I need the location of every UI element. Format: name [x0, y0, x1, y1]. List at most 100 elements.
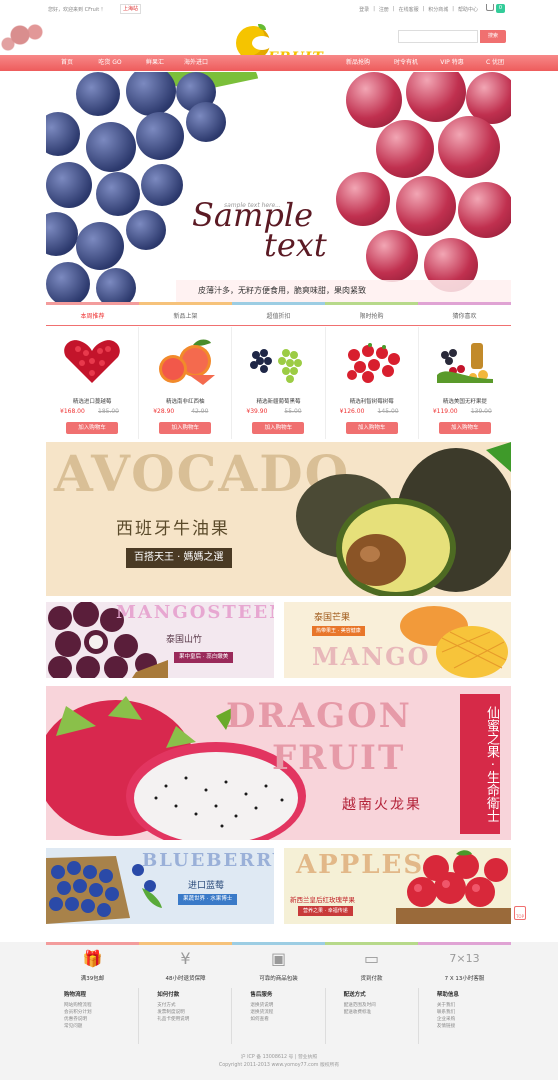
service-label: 满39包邮 [80, 976, 105, 982]
grapefruit-image[interactable] [153, 335, 218, 387]
nav-item-group[interactable]: C 优团 [478, 55, 512, 71]
product-card[interactable]: 精选南非红西柚 ¥28.90 42.90 加入购物车 [139, 327, 233, 439]
copyright: 沪 ICP 备 13008612 号 | 营业执照 Copyright 2011… [0, 1054, 558, 1070]
mango-title: 泰国芒果 [314, 613, 351, 623]
product-old-price: 42.90 [191, 408, 209, 415]
back-to-top-label: TOP [515, 914, 524, 919]
page: 您好，欢迎来到 CFruit ！ 上海站 登录 | 注册 | 在线客服 | 积分商城 |… [0, 0, 558, 1080]
register-link[interactable]: 注册 [379, 6, 389, 13]
service-customer-care: 7×13 7 X 13小时客服 [418, 944, 511, 984]
footer-link[interactable]: 关于我们 [437, 1002, 511, 1009]
product-name[interactable]: 精选利智树莓树莓 [326, 397, 418, 405]
mangosteen-banner[interactable]: MANGOSTEEN 泰国山竹 果中皇后 · 蕊白嫩美 [46, 602, 274, 678]
cranberry-image[interactable] [60, 335, 125, 387]
product-old-price: 55.00 [284, 408, 302, 415]
box-icon: ▣ [270, 948, 287, 968]
add-to-cart-button[interactable]: 加入购物车 [438, 422, 491, 434]
product-card[interactable]: 精选进口蔓越莓 ¥168.00 185.00 加入购物车 [46, 327, 140, 439]
region-select[interactable]: 上海站 [120, 4, 142, 14]
add-to-cart-button[interactable]: 加入购物车 [159, 422, 212, 434]
online-service-link[interactable]: 在线客服 [399, 6, 419, 13]
blueberry-banner[interactable]: BLUEBERRY 进口蓝莓 果蔬世界 · 水果博士 [46, 848, 274, 924]
product-price: ¥126.00 [339, 408, 365, 415]
footer-columns: 购物流程 网站购物流程 会员积分计划 优惠券说明 常见问题 如何付款 支付方式 … [46, 988, 511, 1044]
footer-link[interactable]: 配送范围及时间 [344, 1002, 418, 1009]
footer-link[interactable]: 友情链接 [437, 1023, 511, 1030]
points-mall-link[interactable]: 积分商城 [428, 6, 448, 13]
red-grape [346, 72, 402, 128]
avocado-tag: 百搭天王 · 媽媽之選 [126, 548, 232, 568]
back-to-top-button[interactable]: TOP [514, 906, 526, 920]
product-card[interactable]: 精选美国无籽果提 ¥119.00 139.00 加入购物车 [419, 327, 511, 439]
footer-link[interactable]: 支付方式 [157, 1002, 231, 1009]
footer-link[interactable]: 优惠券说明 [64, 1016, 138, 1023]
cart-icon[interactable] [486, 4, 494, 11]
avocado-banner[interactable]: AVOCADO 西班牙牛油果 百搭天王 · 媽媽之選 [46, 442, 511, 596]
product-card[interactable]: 精选新疆葡萄黑莓 ¥39.90 55.00 加入购物车 [232, 327, 326, 439]
dragonfruit-banner[interactable]: DRAGON FRUIT 越南火龙果 仙蜜之果 · 生命衛士 [46, 686, 511, 840]
tab-weekly[interactable]: 本周推荐 [46, 308, 139, 326]
search-button[interactable]: 搜索 [480, 30, 506, 43]
nav-item-home[interactable]: 首页 [52, 55, 82, 71]
blue-grape [46, 262, 90, 302]
product-name[interactable]: 精选南非红西柚 [139, 397, 231, 405]
footer-link[interactable]: 如何查看 [250, 1016, 324, 1023]
hero-banner[interactable]: sample text here... Sample text 皮薄汁多，无籽方… [46, 72, 511, 302]
tab-new[interactable]: 新品上架 [139, 308, 232, 326]
mango-banner[interactable]: 泰国芒果 热带果王 · 美容健康 MANGO [284, 602, 511, 678]
blue-grape [96, 268, 136, 302]
tab-flash-sale[interactable]: 限时抢购 [325, 308, 418, 326]
footer-col-title: 如何付款 [157, 992, 180, 998]
red-grape [406, 72, 466, 122]
hero-title-line2: text [264, 226, 327, 264]
fruit-mix-image[interactable] [433, 335, 498, 387]
grapes-image[interactable] [246, 335, 311, 387]
mango-image [400, 606, 508, 678]
add-to-cart-button[interactable]: 加入购物车 [66, 422, 118, 434]
footer-link[interactable]: 联系我们 [437, 1009, 511, 1016]
tab-guess-like[interactable]: 猜你喜欢 [418, 308, 511, 326]
add-to-cart-button[interactable]: 加入购物车 [345, 422, 398, 434]
blue-grape [96, 172, 140, 216]
footer-col-title: 帮助信息 [436, 992, 459, 998]
blue-grape [126, 72, 176, 116]
footer-link[interactable]: 礼品卡使用说明 [157, 1016, 231, 1023]
product-name[interactable]: 精选美国无籽果提 [419, 397, 511, 405]
footer-link[interactable]: 会员积分计划 [64, 1009, 138, 1016]
footer-col-after-sales: 售后服务 退换货说明 退换货流程 如何查看 [232, 988, 326, 1044]
nav-item-fresh[interactable]: 鲜果汇 [138, 55, 172, 71]
footer-link[interactable]: 配送收费标准 [344, 1009, 418, 1016]
service-label: 货到付款 [360, 976, 383, 982]
add-to-cart-button[interactable]: 加入购物车 [252, 422, 305, 434]
raspberry-image[interactable] [340, 335, 405, 387]
login-link[interactable]: 登录 [359, 6, 369, 13]
footer-link[interactable]: 常见问题 [64, 1023, 138, 1030]
footer-link[interactable]: 网站购物流程 [64, 1002, 138, 1009]
footer-link[interactable]: 企业采购 [437, 1016, 511, 1023]
mangosteen-title: 泰国山竹 [166, 635, 203, 645]
tab-discount[interactable]: 超值折扣 [232, 308, 325, 326]
blue-grape [186, 102, 226, 142]
blue-grape [46, 212, 78, 256]
product-price: ¥28.90 [153, 408, 175, 415]
blue-grape [76, 72, 120, 116]
nav-item-import[interactable]: 海外进口 [178, 55, 214, 71]
nav-item-vip[interactable]: VIP 特惠 [432, 55, 472, 71]
nav-item-foodie-go[interactable]: 吃货 GO [90, 55, 130, 71]
footer-link[interactable]: 退换货流程 [250, 1009, 324, 1016]
product-name[interactable]: 精选新疆葡萄黑莓 [232, 397, 324, 405]
header-decoration [0, 20, 60, 54]
help-center-link[interactable]: 帮助中心 [458, 6, 478, 13]
product-card[interactable]: 精选利智树莓树莓 ¥126.00 145.00 加入购物车 [326, 327, 419, 439]
search-input[interactable] [398, 30, 478, 43]
footer-link[interactable]: 退换货说明 [250, 1002, 324, 1009]
nav-item-new[interactable]: 新品抢购 [338, 55, 378, 71]
apple-tag: 营养之果 · 幸福传递 [298, 906, 353, 916]
apple-banner[interactable]: APPLES 新西兰皇后红玫瑰苹果 营养之果 · 幸福传递 [284, 848, 511, 924]
nav-item-organic[interactable]: 时令有机 [386, 55, 426, 71]
product-name[interactable]: 精选进口蔓越莓 [46, 397, 138, 405]
clock-icon: 7×13 [449, 951, 480, 965]
footer-link[interactable]: 发票制度说明 [157, 1009, 231, 1016]
service-label: 48小时退货保障 [165, 976, 206, 982]
footer-col-help: 帮助信息 关于我们 联系我们 企业采购 友情链接 [419, 988, 511, 1044]
